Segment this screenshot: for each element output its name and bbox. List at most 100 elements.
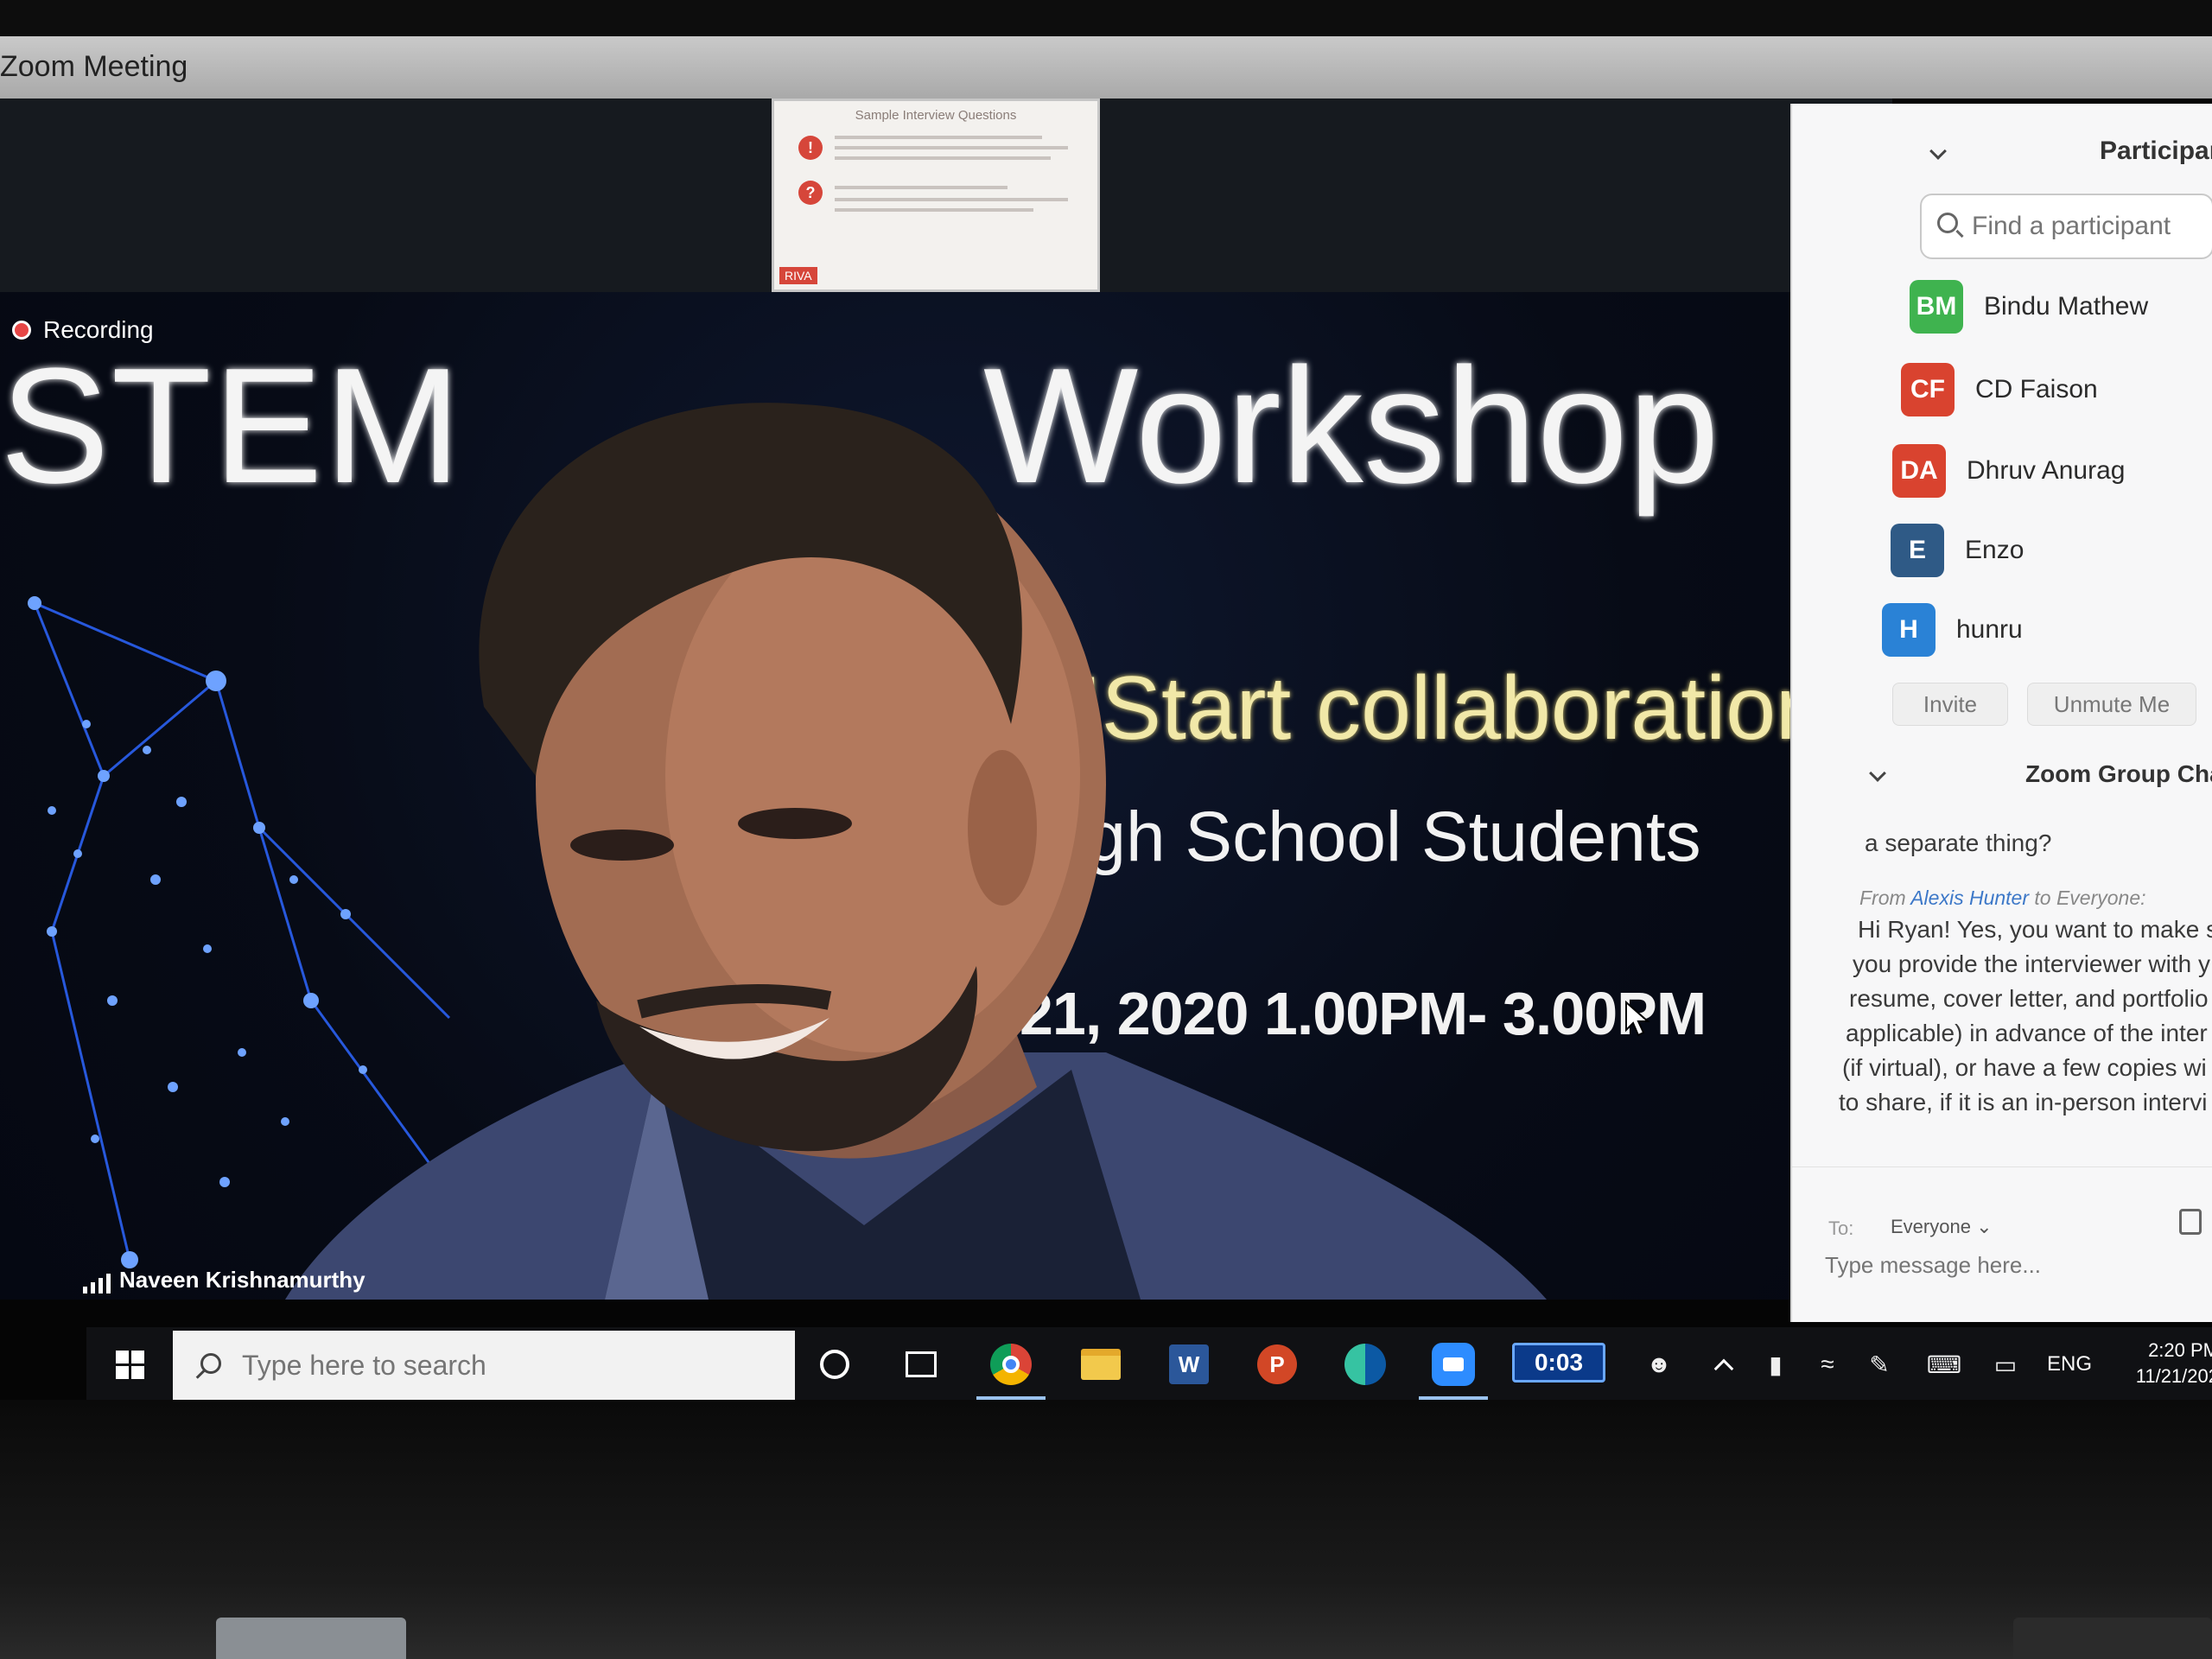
chat-message-line: to share, if it is an in-person intervi: [1839, 1089, 2208, 1116]
clock-time: 2:20 PM: [2148, 1339, 2212, 1361]
participant-avatar: H: [1882, 603, 1936, 657]
chat-recipient-value: Everyone: [1891, 1216, 1971, 1237]
search-icon: [1937, 213, 1958, 233]
participant-name: CD Faison: [1975, 375, 2098, 404]
wifi-button[interactable]: ≈: [1806, 1327, 1849, 1402]
show-hidden-icons-button[interactable]: [1702, 1327, 1745, 1402]
zoom-taskbar-button[interactable]: [1410, 1327, 1497, 1402]
participant-name: hunru: [1956, 615, 2023, 644]
edge-taskbar-button[interactable]: [1322, 1327, 1408, 1402]
clock-date: 11/21/202: [2135, 1365, 2212, 1387]
collapse-chat-chevron-icon[interactable]: [1869, 765, 1886, 782]
chat-message-line: you provide the interviewer with y: [1853, 950, 2210, 977]
participant-row[interactable]: H hunru: [1882, 603, 2023, 657]
chat-recipient-select[interactable]: Everyone ⌄: [1882, 1212, 2001, 1242]
participant-row[interactable]: CF CD Faison: [1901, 363, 2098, 416]
people-button[interactable]: ☻: [1633, 1327, 1685, 1402]
file-explorer-taskbar-button[interactable]: [1058, 1327, 1144, 1402]
chat-recipient: to Everyone:: [2034, 887, 2146, 909]
thumbnail-title: Sample Interview Questions: [855, 108, 1017, 123]
thumbnail-text-line: [835, 198, 1068, 201]
chat-message-line: (if virtual), or have a few copies wi: [1842, 1054, 2207, 1081]
participant-name: Dhruv Anurag: [1967, 456, 2126, 485]
zoom-icon: [1432, 1343, 1475, 1386]
search-icon: [200, 1353, 221, 1374]
powerpoint-icon: P: [1257, 1344, 1297, 1384]
thumbnail-text-line: [835, 136, 1042, 139]
participants-header: Participar: [1792, 128, 2212, 180]
side-panel: Participar BM Bindu Mathew CF CD Faison …: [1790, 104, 2212, 1322]
chat-to-label: To:: [1828, 1217, 1854, 1239]
collapse-participants-chevron-icon[interactable]: [1929, 143, 1947, 160]
keyboard-icon: ⌨: [1926, 1351, 1962, 1378]
laptop-hinge: [2013, 1618, 2212, 1659]
speaker-person: [285, 403, 1547, 1300]
participant-avatar: E: [1891, 524, 1944, 577]
language-indicator: ENG: [2046, 1352, 2092, 1376]
participants-title: Participar: [2100, 137, 2212, 165]
thumbnail-question-icon: ?: [798, 181, 823, 205]
thumbnail-text-line: [835, 156, 1051, 160]
task-view-button[interactable]: [878, 1327, 964, 1402]
word-taskbar-button[interactable]: W: [1146, 1327, 1232, 1402]
participant-search-box[interactable]: [1920, 194, 2212, 259]
participant-search-input[interactable]: [1972, 209, 2212, 244]
laptop-bezel-top: [0, 0, 2212, 41]
recording-timer[interactable]: 0:03: [1512, 1343, 1605, 1382]
unmute-me-button[interactable]: Unmute Me: [2027, 683, 2196, 726]
window-title: Zoom Meeting: [0, 50, 188, 83]
participant-avatar: DA: [1892, 444, 1946, 498]
wifi-icon: ≈: [1821, 1351, 1834, 1377]
participant-name: Bindu Mathew: [1984, 292, 2149, 321]
powerpoint-taskbar-button[interactable]: P: [1234, 1327, 1320, 1402]
chat-sender-line: From Alexis Hunter to Everyone:: [1859, 887, 2146, 910]
taskbar-search-box[interactable]: [173, 1331, 795, 1402]
pen-button[interactable]: ✎: [1858, 1327, 1901, 1402]
word-icon: W: [1169, 1344, 1209, 1384]
laptop-hinge: [216, 1618, 406, 1659]
mouse-cursor-icon: [1625, 1001, 1650, 1037]
active-speaker-video[interactable]: Recording STEM Workshop MStart collabora…: [0, 292, 1892, 1300]
taskbar-search-input[interactable]: [242, 1348, 778, 1382]
display-button[interactable]: ▭: [1984, 1327, 2027, 1402]
chat-message-line: Hi Ryan! Yes, you want to make s: [1858, 916, 2212, 943]
edge-icon: [1344, 1344, 1386, 1385]
chevron-up-icon: [1713, 1358, 1734, 1379]
participant-avatar: CF: [1901, 363, 1955, 416]
thumbnail-text-line: [835, 208, 1033, 212]
chat-from-prefix: From: [1859, 887, 1906, 909]
meeting-area: Sample Interview Questions ! ? RIVA Reco…: [0, 99, 1892, 1300]
start-button[interactable]: [86, 1327, 173, 1402]
participant-name: Enzo: [1965, 536, 2024, 564]
windows-logo-icon: [115, 1350, 144, 1379]
invite-button[interactable]: Invite: [1892, 683, 2008, 726]
chat-sender-name: Alexis Hunter: [1910, 887, 2029, 909]
task-view-icon: [906, 1351, 937, 1377]
chat-messages[interactable]: a separate thing? From Alexis Hunter to …: [1792, 817, 2212, 1128]
participant-row[interactable]: DA Dhruv Anurag: [1892, 444, 2125, 498]
folder-icon: [1081, 1349, 1121, 1380]
participant-avatar: BM: [1910, 280, 1963, 334]
chat-message-line: resume, cover letter, and portfolio: [1849, 985, 2209, 1012]
language-button[interactable]: ENG: [2039, 1327, 2100, 1402]
thumbnail-text-line: [835, 146, 1068, 149]
thumbnail-bulb-icon: !: [798, 136, 823, 160]
speaker-name-tag: Naveen Krishnamurthy: [83, 1267, 365, 1294]
chat-compose: To: Everyone ⌄: [1792, 1166, 2212, 1322]
cortana-button[interactable]: [791, 1327, 878, 1402]
file-share-icon[interactable]: [2179, 1209, 2202, 1235]
taskbar-clock[interactable]: 2:20 PM 11/21/202: [2124, 1338, 2212, 1389]
signal-strength-icon: [83, 1274, 111, 1294]
battery-button[interactable]: ▮: [1754, 1327, 1797, 1402]
chrome-taskbar-button[interactable]: [968, 1327, 1054, 1402]
participant-row[interactable]: E Enzo: [1891, 524, 2024, 577]
touch-keyboard-button[interactable]: ⌨: [1918, 1327, 1970, 1402]
shared-screen-thumbnail[interactable]: Sample Interview Questions ! ? RIVA: [772, 99, 1100, 292]
thumbnail-tag: RIVA: [779, 267, 817, 284]
chat-message-input[interactable]: [1825, 1252, 2188, 1279]
chat-message-line: applicable) in advance of the inter: [1846, 1020, 2208, 1046]
zoom-title-bar: Zoom Meeting: [0, 36, 2212, 99]
speaker-name: Naveen Krishnamurthy: [119, 1267, 365, 1293]
pen-icon: ✎: [1869, 1351, 1890, 1378]
participant-row[interactable]: BM Bindu Mathew: [1910, 280, 2148, 334]
